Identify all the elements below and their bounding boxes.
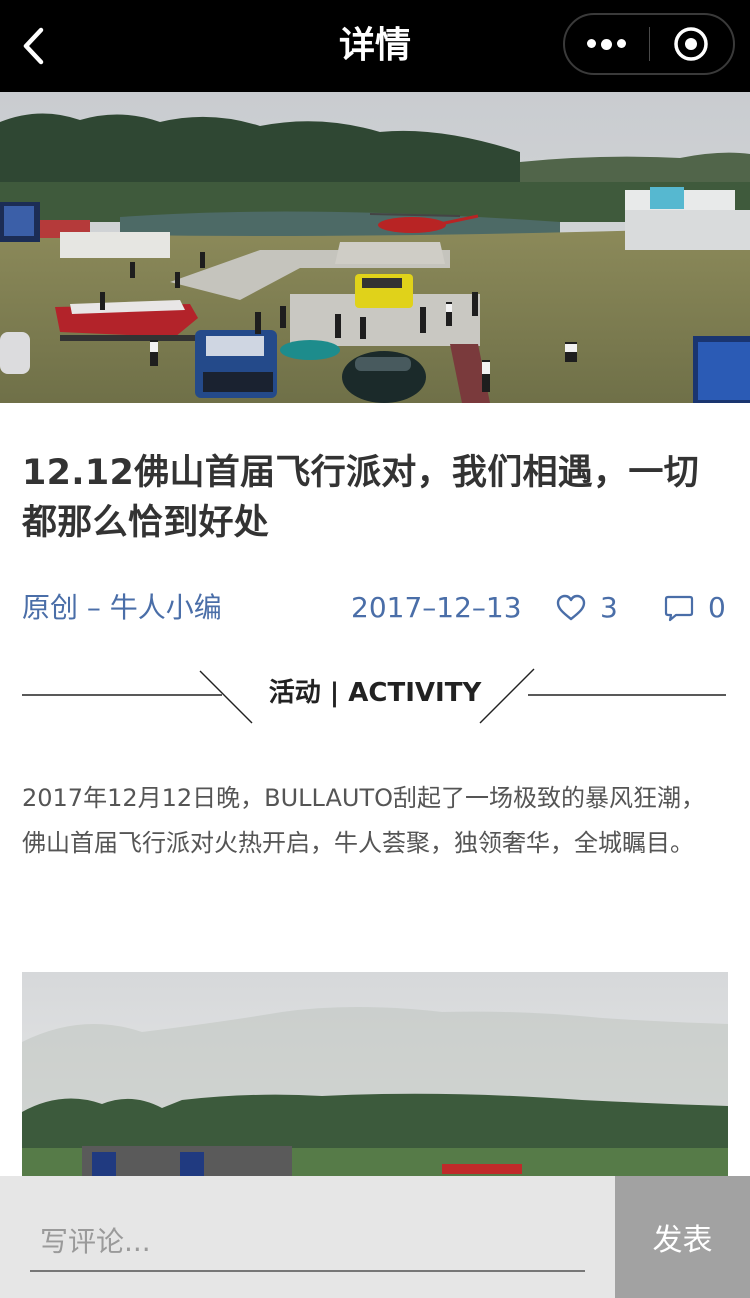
heart-icon xyxy=(556,594,586,621)
more-dots-icon xyxy=(587,38,627,50)
like-count: 3 xyxy=(600,591,618,624)
comment-bar: 发表 xyxy=(0,1176,750,1298)
submit-comment-button[interactable]: 发表 xyxy=(615,1176,750,1298)
close-button[interactable] xyxy=(650,15,734,73)
article-meta: 原创 – 牛人小编 2017–12–13 3 0 xyxy=(22,588,728,628)
top-navbar: 详情 xyxy=(0,0,750,92)
comment-input[interactable] xyxy=(30,1212,585,1272)
article-author: 原创 – 牛人小编 xyxy=(22,591,222,624)
hero-image xyxy=(0,92,750,403)
mini-program-capsule xyxy=(563,13,735,75)
section-label: 活动 | ACTIVITY xyxy=(268,678,482,708)
more-button[interactable] xyxy=(565,15,649,73)
article-date: 2017–12–13 xyxy=(351,591,522,624)
article-title: 12.12佛山首届飞行派对，我们相遇，一切都那么恰到好处 xyxy=(22,453,700,543)
article-body: 2017年12月12日晚，BULLAUTO刮起了一场极致的暴风狂潮，佛山首届飞行… xyxy=(22,784,706,857)
comment-count: 0 xyxy=(708,591,726,624)
article-image xyxy=(22,972,728,1178)
like-button[interactable]: 3 xyxy=(556,588,618,628)
target-circle-icon xyxy=(674,27,708,61)
section-header: 活动 | ACTIVITY xyxy=(22,665,728,725)
comment-count-button[interactable]: 0 xyxy=(664,588,726,628)
comment-icon xyxy=(664,595,694,622)
